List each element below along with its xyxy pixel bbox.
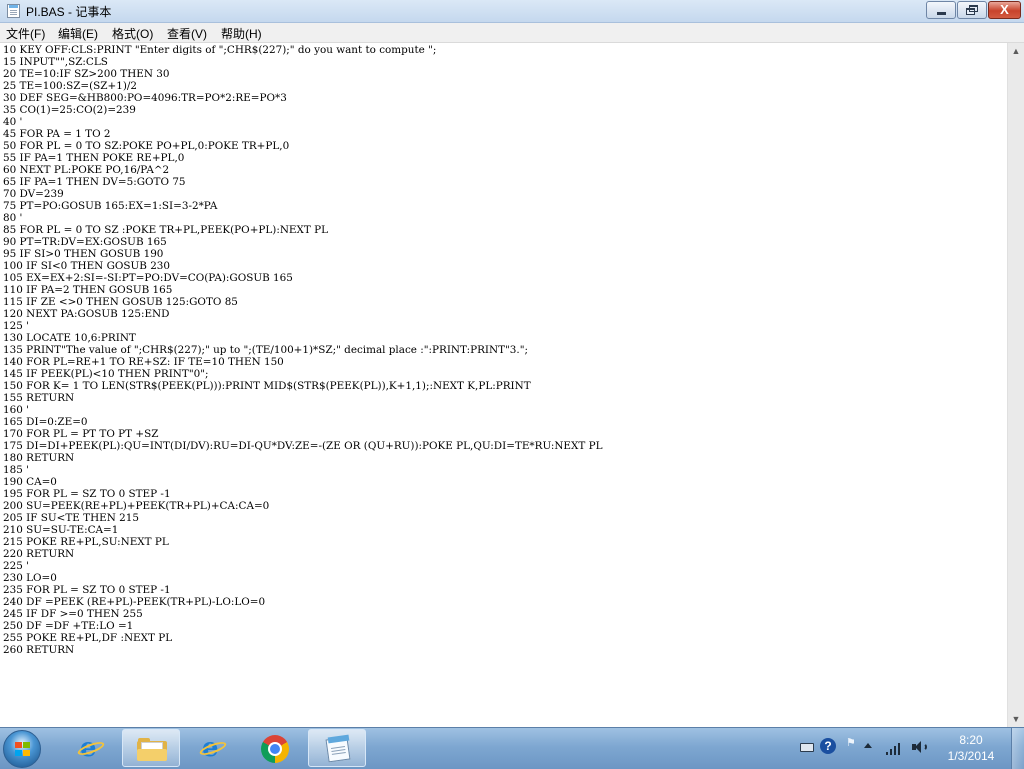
notepad-app-icon[interactable]	[7, 4, 20, 18]
menu-format[interactable]: 格式(O)	[112, 25, 153, 42]
code-text[interactable]: 10 KEY OFF:CLS:PRINT "Enter digits of ";…	[3, 44, 603, 656]
code-line[interactable]: 205 IF SU<TE THEN 215	[3, 512, 603, 524]
clock-time: 8:20	[959, 733, 983, 747]
vertical-scrollbar[interactable]: ▲ ▼	[1007, 43, 1024, 727]
action-center-flag-icon[interactable]: ⚑	[846, 736, 856, 750]
code-line[interactable]: 150 FOR K= 1 TO LEN(STR$(PEEK(PL))):PRIN…	[3, 380, 603, 392]
code-line[interactable]: 195 FOR PL = SZ TO 0 STEP -1	[3, 488, 603, 500]
clock-date: 1/3/2014	[947, 749, 995, 763]
code-line[interactable]: 245 IF DF >=0 THEN 255	[3, 608, 603, 620]
scroll-down-arrow-icon[interactable]: ▼	[1008, 711, 1024, 727]
taskbar-file-explorer[interactable]	[122, 729, 180, 767]
show-desktop-button[interactable]	[1011, 728, 1024, 769]
code-line[interactable]: 60 NEXT PL:POKE PO,16/PA^2	[3, 164, 603, 176]
menu-file[interactable]: 文件(F)	[6, 25, 45, 42]
restore-button[interactable]	[957, 1, 987, 19]
code-line[interactable]: 235 FOR PL = SZ TO 0 STEP -1	[3, 584, 603, 596]
code-line[interactable]: 75 PT=PO:GOSUB 165:EX=1:SI=3-2*PA	[3, 200, 603, 212]
code-line[interactable]: 140 FOR PL=RE+1 TO RE+SZ: IF TE=10 THEN …	[3, 356, 603, 368]
help-icon[interactable]: ?	[820, 738, 836, 754]
code-line[interactable]: 65 IF PA=1 THEN DV=5:GOTO 75	[3, 176, 603, 188]
start-button[interactable]	[3, 730, 41, 768]
code-line[interactable]: 40 '	[3, 116, 603, 128]
code-line[interactable]: 85 FOR PL = 0 TO SZ :POKE TR+PL,PEEK(PO+…	[3, 224, 603, 236]
minimize-icon	[937, 12, 946, 15]
code-line[interactable]: 220 RETURN	[3, 548, 603, 560]
code-line[interactable]: 10 KEY OFF:CLS:PRINT "Enter digits of ";…	[3, 44, 603, 56]
menu-bar: 文件(F) 编辑(E) 格式(O) 查看(V) 帮助(H)	[0, 23, 1024, 43]
code-line[interactable]: 190 CA=0	[3, 476, 603, 488]
code-line[interactable]: 15 INPUT"",SZ:CLS	[3, 56, 603, 68]
code-line[interactable]: 155 RETURN	[3, 392, 603, 404]
windows-logo-icon	[15, 742, 31, 757]
taskbar-internet-explorer[interactable]: e	[62, 729, 120, 767]
code-line[interactable]: 170 FOR PL = PT TO PT +SZ	[3, 428, 603, 440]
code-line[interactable]: 90 PT=TR:DV=EX:GOSUB 165	[3, 236, 603, 248]
code-line[interactable]: 175 DI=DI+PEEK(PL):QU=INT(DI/DV):RU=DI-Q…	[3, 440, 603, 452]
restore-icon	[969, 5, 978, 12]
close-icon: X	[1000, 2, 1009, 17]
code-line[interactable]: 250 DF =DF +TE:LO =1	[3, 620, 603, 632]
code-line[interactable]: 185 '	[3, 464, 603, 476]
code-line[interactable]: 110 IF PA=2 THEN GOSUB 165	[3, 284, 603, 296]
code-line[interactable]: 200 SU=PEEK(RE+PL)+PEEK(TR+PL)+CA:CA=0	[3, 500, 603, 512]
menu-help[interactable]: 帮助(H)	[221, 25, 262, 42]
code-line[interactable]: 35 CO(1)=25:CO(2)=239	[3, 104, 603, 116]
code-line[interactable]: 95 IF SI>0 THEN GOSUB 190	[3, 248, 603, 260]
close-button[interactable]: X	[988, 1, 1021, 19]
code-line[interactable]: 105 EX=EX+2:SI=-SI:PT=PO:DV=CO(PA):GOSUB…	[3, 272, 603, 284]
code-line[interactable]: 145 IF PEEK(PL)<10 THEN PRINT"0";	[3, 368, 603, 380]
text-editor[interactable]: 10 KEY OFF:CLS:PRINT "Enter digits of ";…	[0, 43, 1007, 727]
menu-edit[interactable]: 编辑(E)	[58, 25, 98, 42]
folder-icon	[137, 738, 167, 761]
code-line[interactable]: 260 RETURN	[3, 644, 603, 656]
code-line[interactable]: 160 '	[3, 404, 603, 416]
scroll-up-arrow-icon[interactable]: ▲	[1008, 43, 1024, 59]
window-title: PI.BAS - 记事本	[26, 5, 112, 19]
chrome-icon	[261, 735, 289, 763]
code-line[interactable]: 180 RETURN	[3, 452, 603, 464]
taskbar-notepad[interactable]	[308, 729, 366, 767]
code-line[interactable]: 115 IF ZE <>0 THEN GOSUB 125:GOTO 85	[3, 296, 603, 308]
taskbar-chrome[interactable]	[246, 729, 304, 767]
code-line[interactable]: 230 LO=0	[3, 572, 603, 584]
code-line[interactable]: 100 IF SI<0 THEN GOSUB 230	[3, 260, 603, 272]
taskbar-internet-explorer-2[interactable]: e	[184, 729, 242, 767]
network-signal-icon[interactable]	[886, 741, 902, 755]
code-line[interactable]: 30 DEF SEG=&HB800:PO=4096:TR=PO*2:RE=PO*…	[3, 92, 603, 104]
title-bar[interactable]: PI.BAS - 记事本 X	[0, 0, 1024, 23]
taskbar: e e ? ⚑ 8:20 1/3/2014	[0, 727, 1024, 769]
code-line[interactable]: 255 POKE RE+PL,DF :NEXT PL	[3, 632, 603, 644]
ie-icon: e	[76, 735, 106, 761]
code-line[interactable]: 130 LOCATE 10,6:PRINT	[3, 332, 603, 344]
code-line[interactable]: 80 '	[3, 212, 603, 224]
code-line[interactable]: 20 TE=10:IF SZ>200 THEN 30	[3, 68, 603, 80]
code-line[interactable]: 70 DV=239	[3, 188, 603, 200]
ie-icon: e	[198, 735, 228, 761]
code-line[interactable]: 215 POKE RE+PL,SU:NEXT PL	[3, 536, 603, 548]
code-line[interactable]: 225 '	[3, 560, 603, 572]
notepad-icon	[325, 734, 351, 763]
code-line[interactable]: 210 SU=SU-TE:CA=1	[3, 524, 603, 536]
keyboard-icon[interactable]	[800, 743, 814, 752]
code-line[interactable]: 240 DF =PEEK (RE+PL)-PEEK(TR+PL)-LO:LO=0	[3, 596, 603, 608]
code-line[interactable]: 165 DI=0:ZE=0	[3, 416, 603, 428]
volume-icon[interactable]	[912, 740, 928, 754]
menu-view[interactable]: 查看(V)	[167, 25, 207, 42]
code-line[interactable]: 25 TE=100:SZ=(SZ+1)/2	[3, 80, 603, 92]
code-line[interactable]: 120 NEXT PA:GOSUB 125:END	[3, 308, 603, 320]
code-line[interactable]: 135 PRINT"The value of ";CHR$(227);" up …	[3, 344, 603, 356]
show-hidden-icons-icon[interactable]	[864, 743, 872, 748]
minimize-button[interactable]	[926, 1, 956, 19]
code-line[interactable]: 45 FOR PA = 1 TO 2	[3, 128, 603, 140]
code-line[interactable]: 55 IF PA=1 THEN POKE RE+PL,0	[3, 152, 603, 164]
system-clock[interactable]: 8:20 1/3/2014	[940, 732, 1002, 764]
code-line[interactable]: 125 '	[3, 320, 603, 332]
code-line[interactable]: 50 FOR PL = 0 TO SZ:POKE PO+PL,0:POKE TR…	[3, 140, 603, 152]
